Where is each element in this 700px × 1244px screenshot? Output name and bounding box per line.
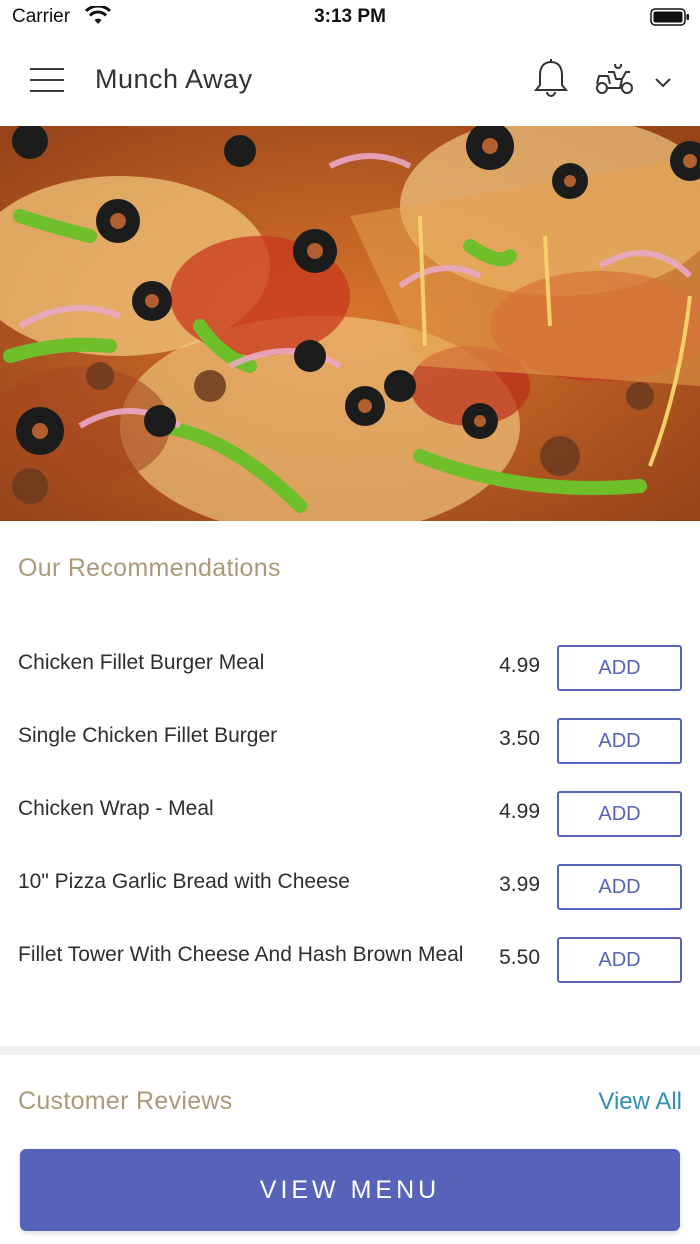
menu-icon[interactable] [30,68,64,94]
list-item: Single Chicken Fillet Burger 3.50 ADD [0,713,700,786]
add-button[interactable]: ADD [557,718,682,764]
add-button[interactable]: ADD [557,791,682,837]
status-bar: Carrier 3:13 PM [0,0,700,34]
item-name: Chicken Wrap - Meal [18,797,214,820]
battery-icon [650,8,689,26]
app-header: Munch Away [0,34,700,126]
recommendations-list: Chicken Fillet Burger Meal 4.99 ADD Sing… [0,640,700,1005]
hero-pizza-image [0,126,700,521]
add-button[interactable]: ADD [557,937,682,983]
item-price: 4.99 [499,654,540,677]
item-name: 10" Pizza Garlic Bread with Cheese [18,870,350,893]
reviews-title: Customer Reviews [18,1087,233,1115]
view-menu-button[interactable]: VIEW MENU [20,1149,680,1231]
item-price: 4.99 [499,800,540,823]
list-item: 10" Pizza Garlic Bread with Cheese 3.99 … [0,859,700,932]
chevron-down-icon[interactable] [652,72,674,92]
pizza-photo [0,126,700,521]
delivery-scooter-icon[interactable] [594,64,636,96]
status-time: 3:13 PM [314,6,386,27]
recommendations-title: Our Recommendations [18,554,281,582]
item-price: 5.50 [499,946,540,969]
item-name: Chicken Fillet Burger Meal [18,651,265,674]
list-item: Chicken Wrap - Meal 4.99 ADD [0,786,700,859]
section-divider [0,1046,700,1055]
item-price: 3.99 [499,873,540,896]
bell-icon[interactable] [532,58,570,100]
app-title: Munch Away [95,64,253,94]
item-name: Single Chicken Fillet Burger [18,724,278,747]
add-button[interactable]: ADD [557,864,682,910]
item-name: Fillet Tower With Cheese And Hash Brown … [18,943,464,966]
view-all-link[interactable]: View All [598,1088,682,1116]
add-button[interactable]: ADD [557,645,682,691]
item-price: 3.50 [499,727,540,750]
list-item: Chicken Fillet Burger Meal 4.99 ADD [0,640,700,713]
list-item: Fillet Tower With Cheese And Hash Brown … [0,932,700,1005]
